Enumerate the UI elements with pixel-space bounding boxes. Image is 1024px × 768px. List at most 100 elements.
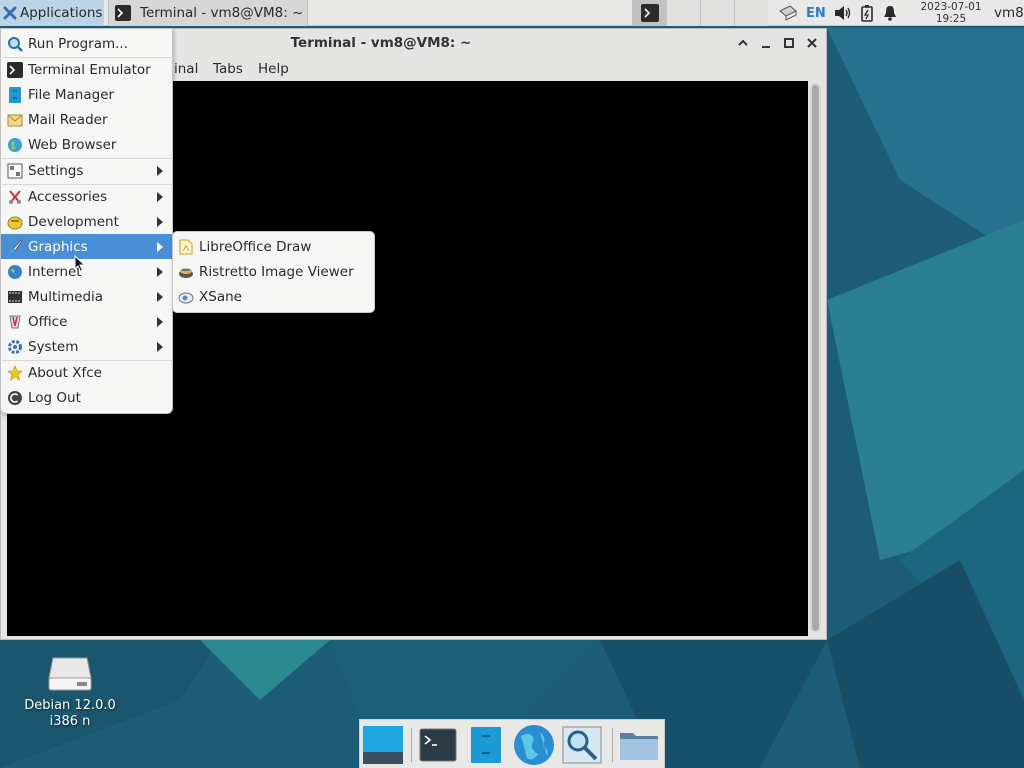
settings-icon xyxy=(7,163,23,178)
libreoffice-draw-icon xyxy=(179,239,193,254)
submenu-arrow-icon xyxy=(157,317,163,327)
star-icon xyxy=(7,364,23,381)
folder-icon xyxy=(620,733,658,760)
menu-item-label: Office xyxy=(28,313,68,330)
shade-button[interactable] xyxy=(734,34,752,52)
menu-item-system[interactable]: System xyxy=(1,334,172,359)
accessories-icon xyxy=(9,189,21,204)
menu-item-label: Development xyxy=(28,213,119,230)
submenu-item-libreoffice-draw[interactable]: LibreOffice Draw xyxy=(173,234,374,259)
submenu-arrow-icon xyxy=(157,267,163,277)
menu-item-label: Settings xyxy=(28,162,84,179)
show-desktop-icon xyxy=(363,726,403,764)
workspace-3[interactable] xyxy=(700,0,734,26)
dock-app-finder[interactable] xyxy=(560,724,604,766)
submenu-item-ristretto[interactable]: Ristretto Image Viewer xyxy=(173,259,374,284)
taskbar-terminal-title: Terminal - vm8@VM8: ~ xyxy=(140,5,304,21)
notification-bell-icon[interactable] xyxy=(882,5,898,21)
dock-folder[interactable] xyxy=(617,724,661,766)
menu-item-settings[interactable]: Settings xyxy=(1,158,172,183)
dock-panel xyxy=(359,719,665,768)
menu-item-web-browser[interactable]: Web Browser xyxy=(1,132,172,157)
web-browser-icon xyxy=(8,137,22,152)
top-panel: Applications Terminal - vm8@VM8: ~ EN 20… xyxy=(0,0,1024,26)
terminal-icon xyxy=(419,728,457,762)
submenu-item-label: LibreOffice Draw xyxy=(199,238,312,255)
menu-terminal[interactable]: inal xyxy=(174,61,198,77)
scrollbar-thumb[interactable] xyxy=(812,85,819,631)
image-viewer-icon xyxy=(179,267,193,278)
menu-item-label: Multimedia xyxy=(28,288,104,305)
menu-item-label: Web Browser xyxy=(28,136,117,153)
workspace-1[interactable] xyxy=(632,0,666,26)
workspace-2[interactable] xyxy=(666,0,700,26)
optical-drive-icon xyxy=(48,657,92,691)
run-program-icon xyxy=(8,36,23,52)
maximize-icon xyxy=(784,38,794,48)
clock[interactable]: 2023-07-01 19:25 xyxy=(912,0,990,26)
terminal-icon xyxy=(115,5,131,21)
menu-item-terminal-emulator[interactable]: Terminal Emulator xyxy=(1,57,172,82)
submenu-item-label: XSane xyxy=(199,288,242,305)
workspace-4[interactable] xyxy=(734,0,768,26)
minimize-button[interactable] xyxy=(757,34,775,52)
menu-item-graphics[interactable]: Graphics xyxy=(1,234,172,259)
dock-separator xyxy=(612,728,613,762)
submenu-item-xsane[interactable]: XSane xyxy=(173,284,374,309)
office-icon xyxy=(9,315,21,328)
menu-item-label: Terminal Emulator xyxy=(28,61,151,78)
submenu-arrow-icon xyxy=(157,342,163,352)
menu-tabs[interactable]: Tabs xyxy=(213,61,243,77)
dock-web-browser[interactable] xyxy=(512,724,556,766)
dock-file-manager[interactable] xyxy=(464,724,508,766)
desktop-icon-label-line2: i386 n xyxy=(49,714,91,729)
menu-item-label: File Manager xyxy=(28,86,115,103)
menu-item-label: Log Out xyxy=(28,389,81,406)
menu-item-log-out[interactable]: Log Out xyxy=(1,385,172,410)
multimedia-icon xyxy=(8,290,22,303)
applications-menu: Run Program... Terminal Emulator File Ma… xyxy=(0,28,173,414)
menu-item-about-xfce[interactable]: About Xfce xyxy=(1,360,172,385)
minimize-icon xyxy=(762,46,770,48)
dock-show-desktop[interactable] xyxy=(361,724,405,766)
menu-item-accessories[interactable]: Accessories xyxy=(1,184,172,209)
menu-item-label: Run Program... xyxy=(28,35,129,52)
graphics-icon xyxy=(9,238,23,254)
terminal-scrollbar[interactable] xyxy=(810,83,821,633)
graphics-submenu: LibreOffice Draw Ristretto Image Viewer … xyxy=(172,231,375,313)
menu-help[interactable]: Help xyxy=(258,61,289,77)
volume-icon[interactable] xyxy=(834,5,852,21)
maximize-button[interactable] xyxy=(780,34,798,52)
dock-terminal[interactable] xyxy=(416,724,460,766)
clock-time: 19:25 xyxy=(935,13,967,25)
submenu-arrow-icon xyxy=(157,242,163,252)
close-button[interactable] xyxy=(803,34,821,52)
submenu-arrow-icon xyxy=(157,217,163,227)
user-menu[interactable]: vm8 xyxy=(994,5,1024,21)
taskbar-terminal-button[interactable]: Terminal - vm8@VM8: ~ xyxy=(108,0,308,26)
menu-item-mail-reader[interactable]: Mail Reader xyxy=(1,107,172,132)
submenu-arrow-icon xyxy=(157,166,163,176)
menu-item-internet[interactable]: Internet xyxy=(1,259,172,284)
logout-icon xyxy=(8,390,22,405)
close-icon xyxy=(807,38,817,48)
menu-item-multimedia[interactable]: Multimedia xyxy=(1,284,172,309)
internet-icon xyxy=(8,264,22,279)
menu-item-label: Accessories xyxy=(28,188,108,205)
menu-item-development[interactable]: Development xyxy=(1,209,172,234)
applications-menu-button[interactable]: Applications xyxy=(0,0,104,26)
menu-item-label: About Xfce xyxy=(28,364,102,381)
keyboard-layout-indicator[interactable]: EN xyxy=(806,6,826,21)
menu-item-run-program[interactable]: Run Program... xyxy=(1,31,172,56)
app-finder-icon xyxy=(562,726,602,764)
battery-icon[interactable] xyxy=(860,4,874,22)
menu-item-file-manager[interactable]: File Manager xyxy=(1,82,172,107)
desktop-icon-debian-drive[interactable]: Debian 12.0.0 i386 n xyxy=(18,652,122,730)
submenu-arrow-icon xyxy=(157,292,163,302)
network-icon[interactable] xyxy=(778,4,798,22)
terminal-icon xyxy=(640,4,659,22)
menu-item-office[interactable]: Office xyxy=(1,309,172,334)
mouse-pointer-icon xyxy=(74,255,86,273)
submenu-arrow-icon xyxy=(157,192,163,202)
dock-separator xyxy=(411,728,412,762)
